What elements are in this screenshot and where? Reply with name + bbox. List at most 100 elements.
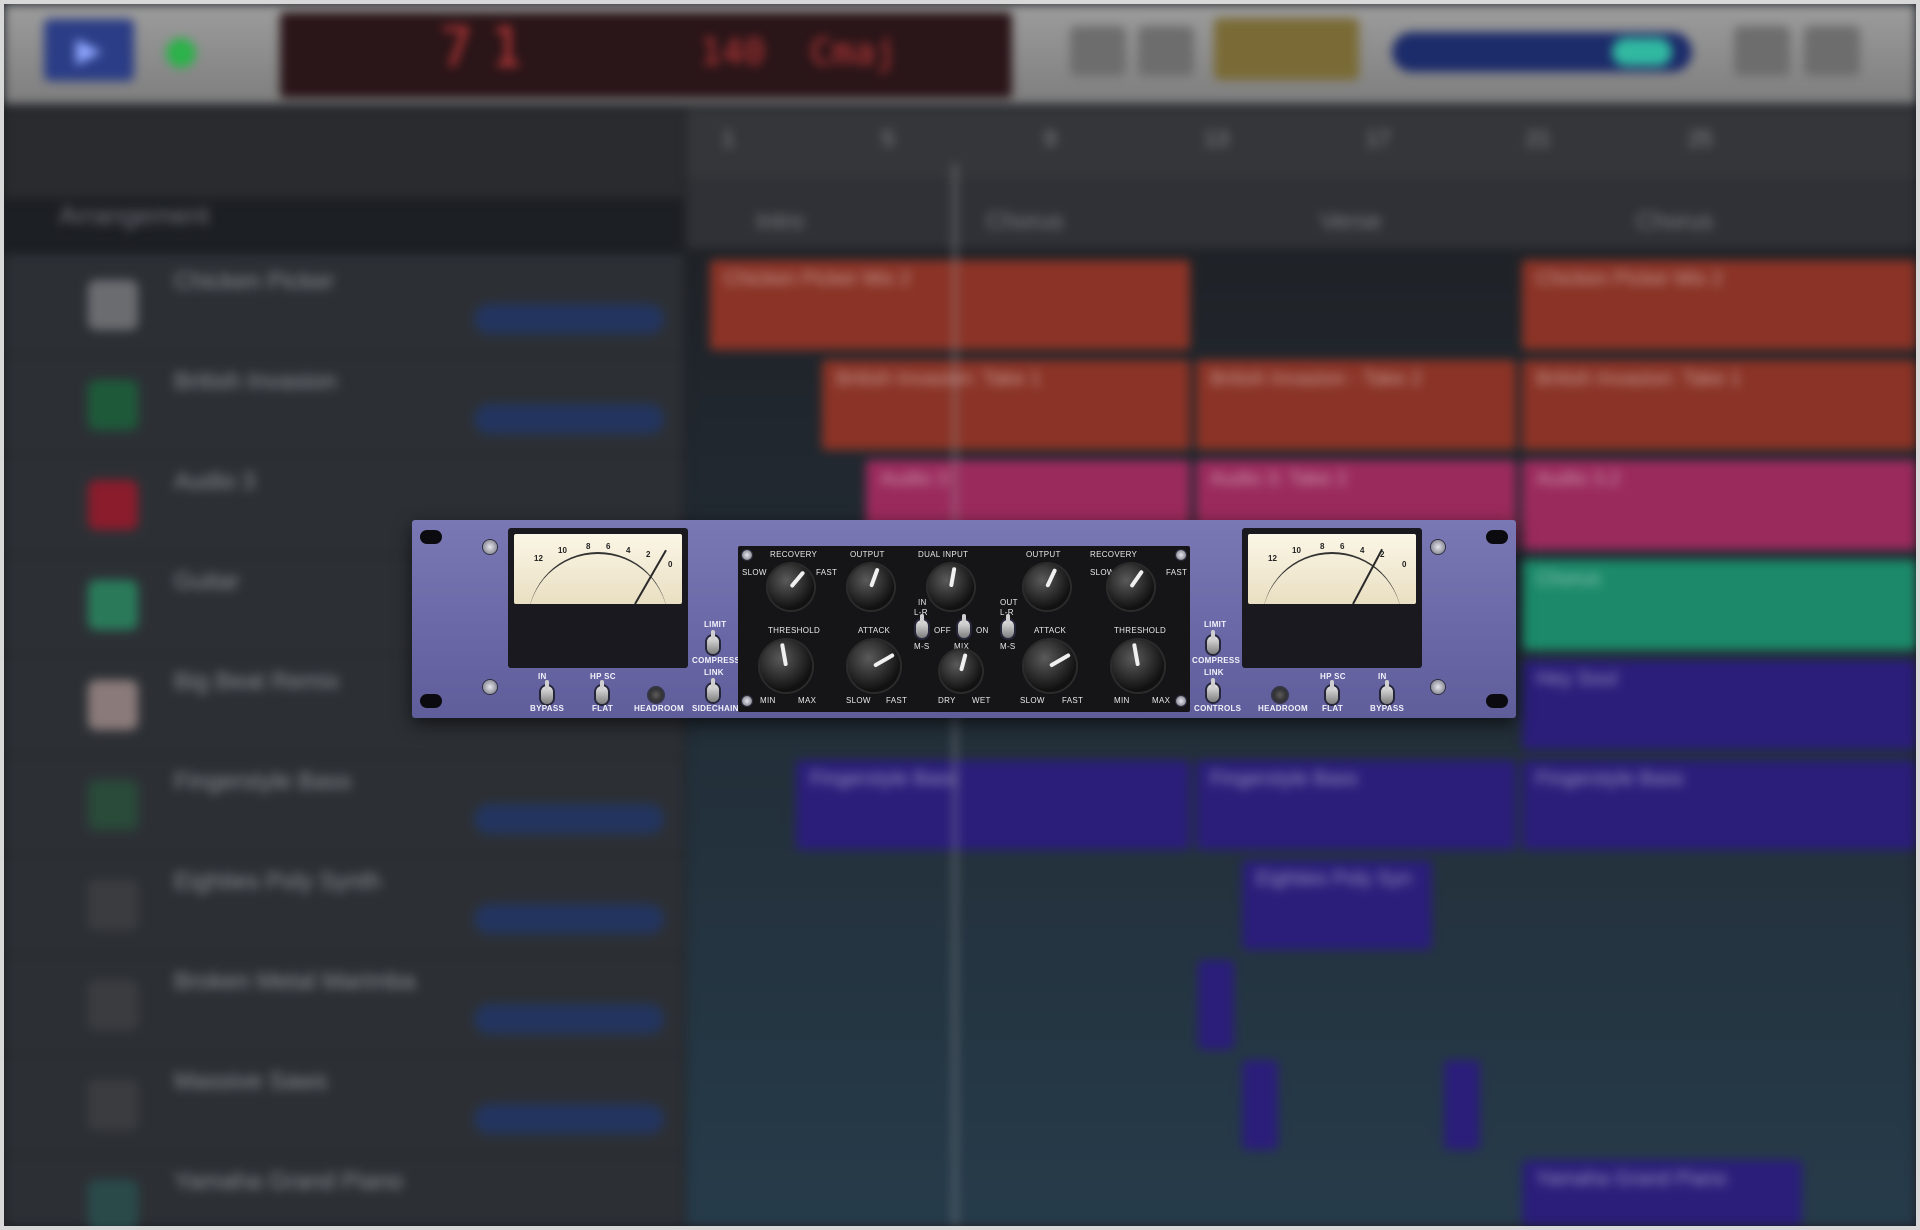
track-name: Chicken Picker (174, 268, 335, 295)
track-row[interactable]: Fingerstyle Bass (4, 754, 684, 856)
fast-label: FAST (886, 696, 908, 705)
dual-input-knob[interactable] (928, 564, 974, 610)
region[interactable]: Yamaha Grand Piano (1522, 1160, 1802, 1226)
region[interactable]: Chicken Picker Mix 2 (710, 260, 1190, 350)
slow-label: SLOW (1020, 696, 1045, 705)
region[interactable] (1198, 960, 1234, 1050)
meter-scale-label: 0 (1402, 560, 1407, 569)
right-threshold-knob[interactable] (1112, 640, 1164, 692)
screw-icon (1431, 680, 1445, 694)
meter-scale-label: 4 (1360, 546, 1365, 555)
region[interactable] (1444, 1060, 1480, 1150)
right-bypass-toggle[interactable] (1381, 680, 1393, 704)
loop-button[interactable] (1070, 26, 1126, 76)
fast-label: FAST (1062, 696, 1084, 705)
region[interactable]: Chicken Picker Mix 2 (1522, 260, 1916, 350)
marker-label[interactable]: Verse (1320, 208, 1381, 236)
flat-label: FLAT (592, 704, 614, 713)
region[interactable]: British Invasion: Take 1 (822, 360, 1190, 450)
timeline-ruler[interactable]: 1 5 9 13 17 21 25 (686, 108, 1916, 178)
link-label: LINK (704, 668, 724, 677)
track-volume-slider[interactable] (474, 804, 664, 834)
right-recovery-knob[interactable] (1108, 564, 1154, 610)
region[interactable]: Eighties Poly Syn (1242, 860, 1432, 950)
left-bypass-toggle[interactable] (541, 680, 553, 704)
region-label: Chorus (1536, 568, 1601, 590)
left-attack-knob[interactable] (848, 640, 900, 692)
track-volume-slider[interactable] (474, 404, 664, 434)
region-label: Fingerstyle Bass (1536, 768, 1684, 790)
mix-on-off-toggle[interactable] (958, 614, 970, 638)
arrange-area[interactable]: Chicken Picker Mix 2 Chicken Picker Mix … (686, 248, 1916, 1226)
tuner-button[interactable] (1214, 18, 1359, 80)
left-recovery-knob[interactable] (768, 564, 814, 610)
region[interactable]: Hey Soul (1522, 660, 1916, 750)
bypass-label: BYPASS (1370, 704, 1405, 713)
region[interactable]: Fingerstyle Bass (796, 760, 1190, 850)
left-limit-compress-toggle[interactable] (707, 630, 719, 654)
compressor-plugin-window: 12 10 8 6 4 2 0 12 10 8 6 4 2 0 IN BYPAS… (412, 520, 1516, 718)
region[interactable] (1242, 1060, 1278, 1150)
left-threshold-knob[interactable] (760, 640, 812, 692)
play-button[interactable]: ▶ (44, 19, 134, 81)
track-volume-slider[interactable] (474, 304, 664, 334)
right-output-knob[interactable] (1024, 564, 1070, 610)
right-hp-sc-toggle[interactable] (1326, 680, 1338, 704)
output-lr-ms-toggle[interactable] (1002, 614, 1014, 638)
track-row[interactable]: Chicken Picker (4, 254, 684, 356)
track-name: Big Beat Remix (174, 668, 340, 695)
right-headroom-indicator-icon[interactable] (1273, 688, 1287, 702)
track-name: Broken Metal Marimba (174, 968, 416, 995)
track-volume-slider[interactable] (474, 904, 664, 934)
right-limit-compress-toggle[interactable] (1207, 630, 1219, 654)
track-volume-slider[interactable] (474, 1004, 664, 1034)
record-indicator-icon[interactable] (166, 38, 196, 68)
track-row[interactable]: Broken Metal Marimba (4, 954, 684, 1056)
arrangement-markers[interactable]: Intro Chorus Verse Chorus (686, 178, 1916, 248)
region[interactable]: Chorus (1522, 560, 1916, 650)
region-label: British Invasion: Take 1 (836, 368, 1042, 390)
threshold-label: THRESHOLD (1114, 626, 1167, 635)
marker-label[interactable]: Chorus (1636, 208, 1713, 236)
compress-label: COMPRESS (692, 656, 741, 665)
lcd-key: Cmaj (810, 32, 897, 73)
left-hp-sc-toggle[interactable] (596, 680, 608, 704)
out-label: OUT (1000, 598, 1018, 607)
track-row[interactable]: Eighties Poly Synth (4, 854, 684, 956)
marker-label[interactable]: Intro (756, 208, 804, 236)
input-lr-ms-toggle[interactable] (916, 614, 928, 638)
pencil-button[interactable] (1138, 26, 1194, 76)
link-sidechain-toggle[interactable] (707, 678, 719, 702)
track-row[interactable]: Massive Saws (4, 1054, 684, 1156)
drummer-icon (88, 680, 138, 730)
region[interactable]: Audio 3.2 (1522, 460, 1916, 550)
track-row[interactable]: British Invasion (4, 354, 684, 456)
control-panel: RECOVERY SLOW FAST OUTPUT DUAL INPUT OUT… (738, 546, 1190, 712)
master-volume-slider[interactable] (1392, 32, 1692, 72)
left-headroom-indicator-icon[interactable] (649, 688, 663, 702)
marker-label[interactable]: Chorus (986, 208, 1063, 236)
mix-knob[interactable] (940, 650, 982, 692)
ruler-tick: 17 (1366, 126, 1391, 151)
vu-meter-face: 12 10 8 6 4 2 0 (1248, 534, 1416, 604)
left-output-knob[interactable] (848, 564, 894, 610)
region[interactable]: Fingerstyle Bass (1522, 760, 1916, 850)
ruler-tick: 5 (882, 126, 895, 151)
lcd-display[interactable]: 7 1 140 Cmaj (280, 12, 1012, 98)
region[interactable]: British Invasion - Take 2 (1196, 360, 1516, 450)
track-name: Audio 3 (174, 468, 256, 495)
arrangement-label: Arrangement (59, 200, 210, 230)
right-attack-knob[interactable] (1024, 640, 1076, 692)
region-label: Chicken Picker Mix 2 (724, 268, 911, 290)
loops-browser-button[interactable] (1804, 26, 1860, 76)
rack-hole (1486, 530, 1508, 544)
track-row[interactable]: Yamaha Grand Piano (4, 1154, 684, 1226)
region[interactable]: British Invasion: Take 1 (1522, 360, 1916, 450)
meter-scale-label: 6 (606, 542, 611, 551)
link-controls-toggle[interactable] (1207, 678, 1219, 702)
region-label: Hey Soul (1536, 668, 1618, 690)
notepad-button[interactable] (1734, 26, 1790, 76)
region[interactable]: Fingerstyle Bass (1196, 760, 1516, 850)
slow-label: SLOW (846, 696, 871, 705)
track-volume-slider[interactable] (474, 1104, 664, 1134)
